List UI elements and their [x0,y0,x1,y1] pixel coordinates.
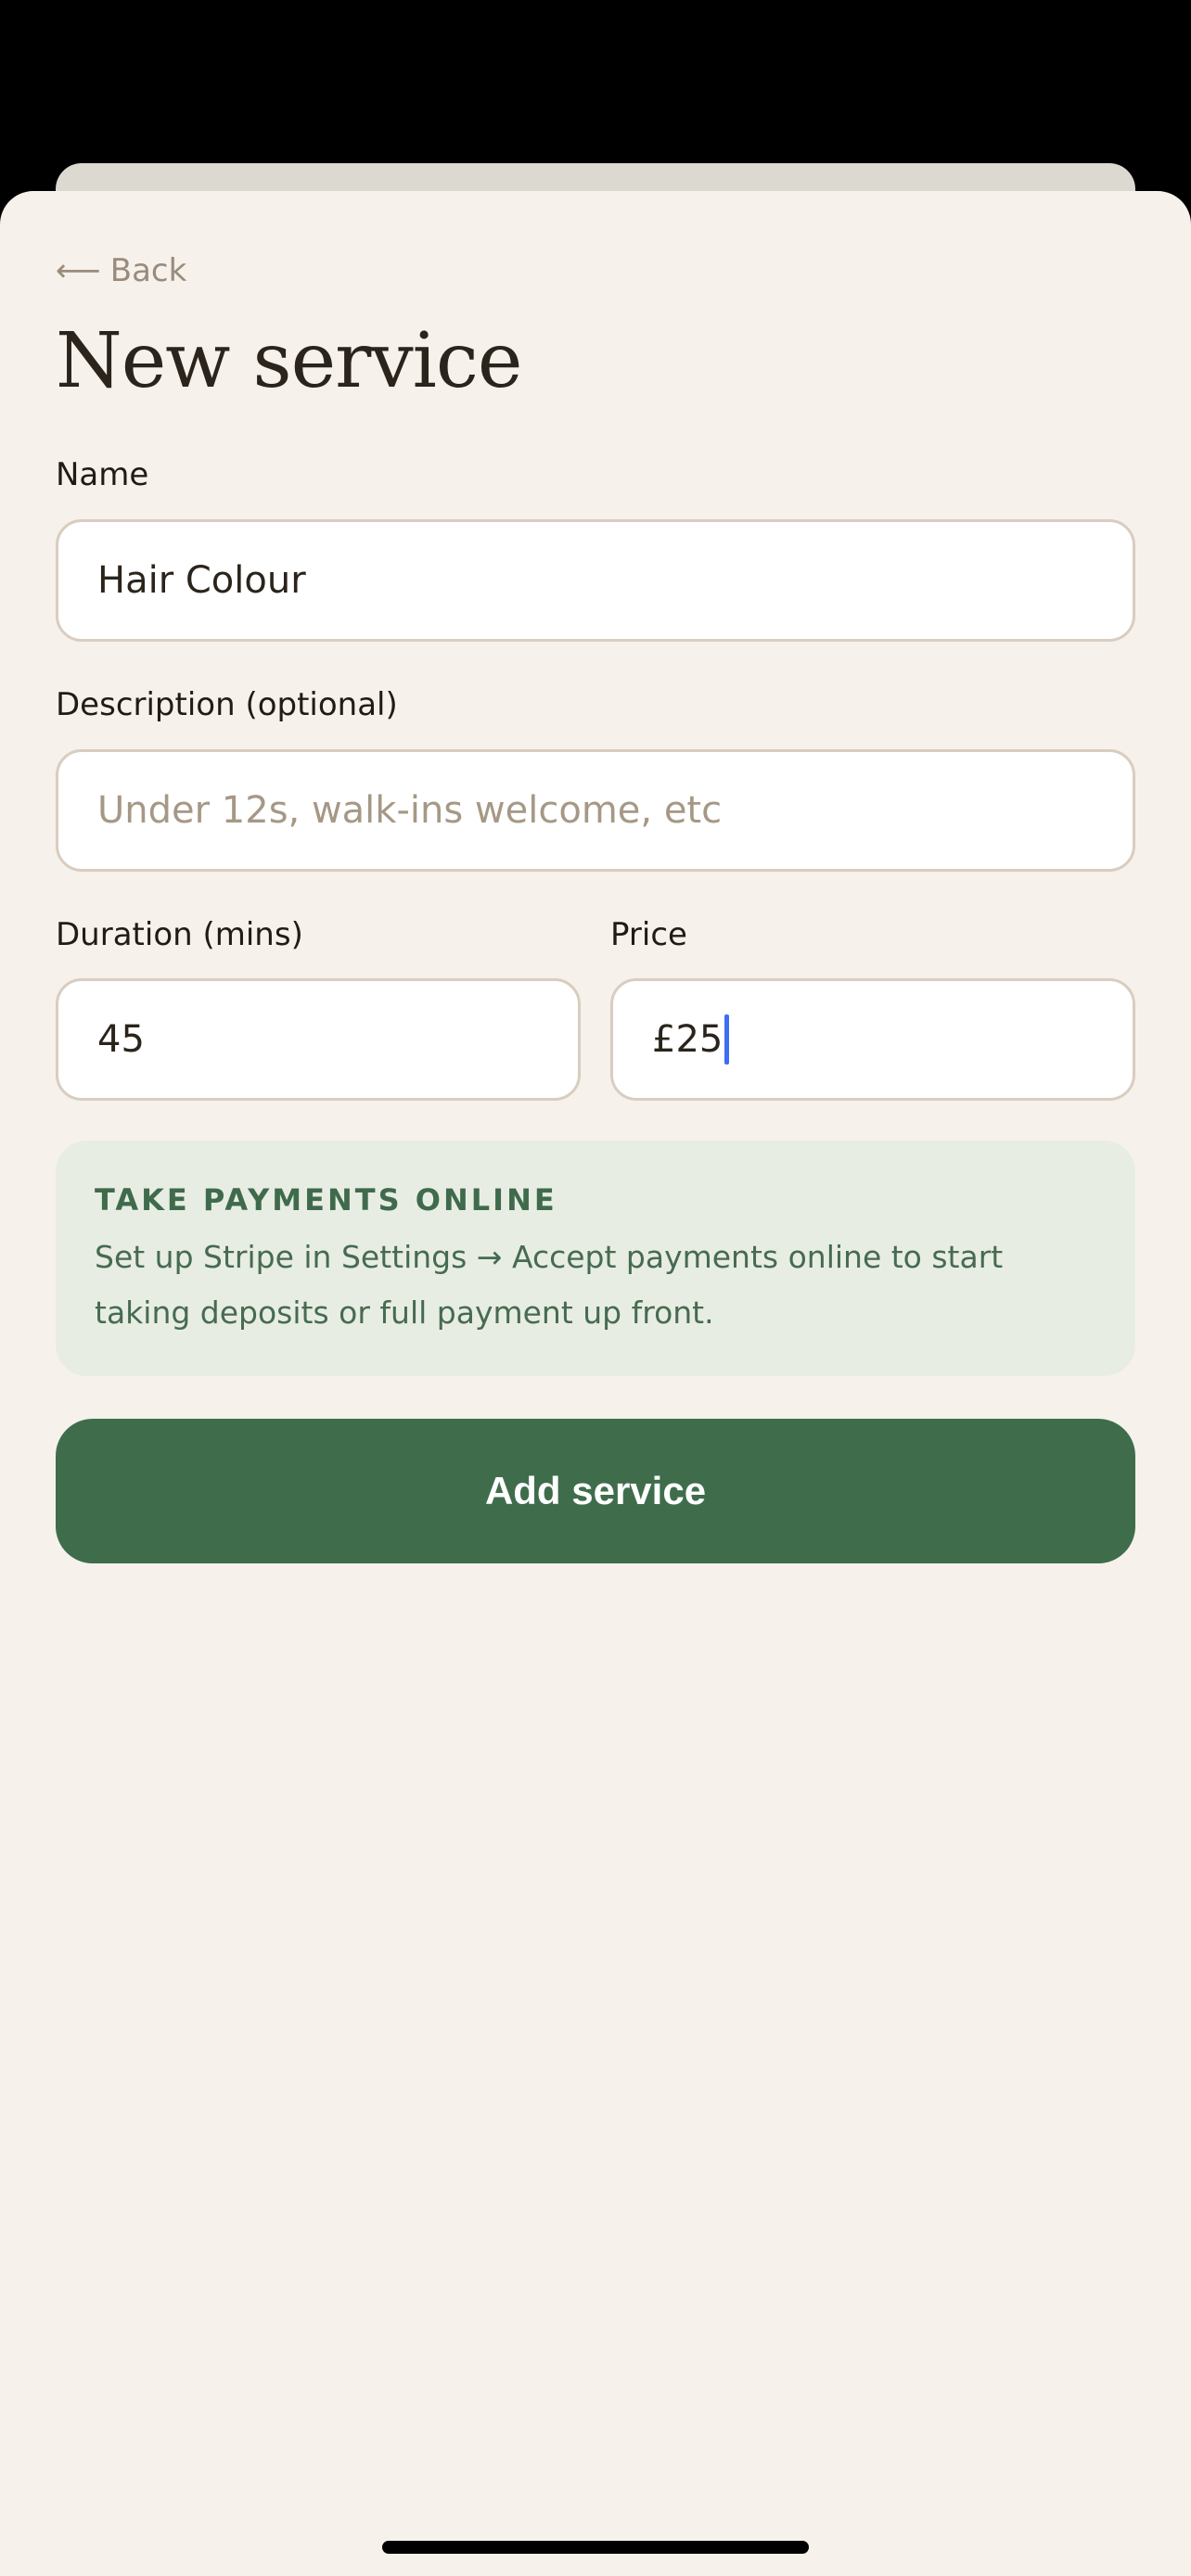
name-value: Hair Colour [97,559,306,602]
duration-label: Duration (mins) [56,916,303,953]
back-button[interactable]: ⟵ Back [56,249,186,293]
add-service-button[interactable]: Add service [56,1419,1135,1563]
price-value: £25 [652,1018,724,1061]
info-text: Set up Stripe in Settings → Accept payme… [95,1239,1004,1331]
name-field[interactable]: Hair Colour [56,519,1135,642]
name-label: Name [56,456,149,493]
home-indicator [382,2541,809,2554]
arrow-left-icon: ⟵ [56,252,101,289]
description-field[interactable]: Under 12s, walk-ins welcome, etc [56,749,1135,872]
price-field[interactable]: £25 [610,978,1135,1101]
info-title: TAKE PAYMENTS ONLINE [95,1182,557,1218]
back-label: Back [109,252,187,289]
description-placeholder: Under 12s, walk-ins welcome, etc [97,789,723,832]
page-title: New service [56,317,522,405]
text-caret [724,1014,730,1065]
duration-value: 45 [97,1018,145,1061]
price-label: Price [610,916,687,953]
duration-field[interactable]: 45 [56,978,581,1101]
payments-info-box: TAKE PAYMENTS ONLINE Set up Stripe in Se… [56,1141,1135,1376]
description-label: Description (optional) [56,686,398,723]
